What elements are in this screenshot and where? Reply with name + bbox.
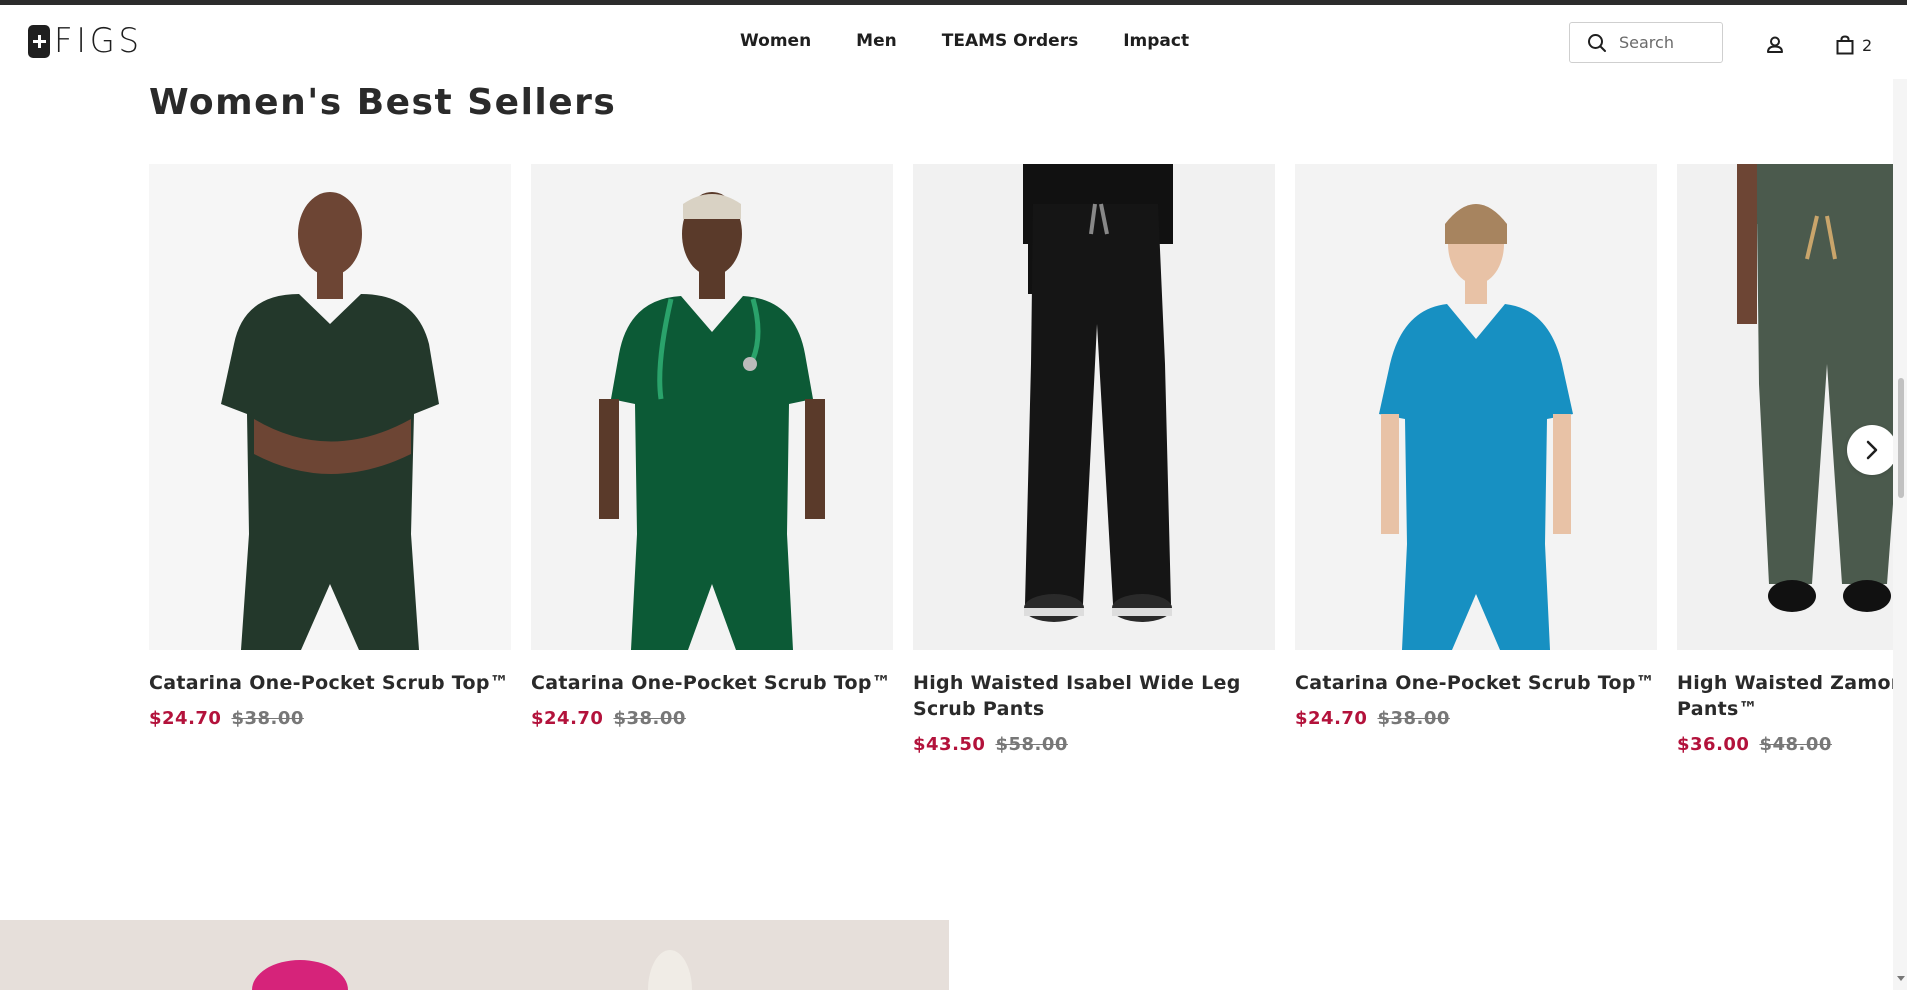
sale-price: $43.50 bbox=[913, 734, 986, 755]
sale-price: $24.70 bbox=[1295, 708, 1368, 729]
site-header: FIGS Women Men TEAMS Orders Impact 2 bbox=[0, 5, 1893, 79]
product-name[interactable]: Catarina One-Pocket Scrub Top™ bbox=[531, 670, 893, 696]
product-card[interactable]: Catarina One-Pocket Scrub Top™ $24.70 $3… bbox=[149, 164, 511, 729]
nav-women[interactable]: Women bbox=[740, 31, 811, 51]
account-icon[interactable] bbox=[1765, 35, 1785, 55]
sale-price: $24.70 bbox=[531, 708, 604, 729]
product-image[interactable] bbox=[1677, 164, 1893, 650]
product-image[interactable] bbox=[913, 164, 1275, 650]
cart-count: 2 bbox=[1862, 35, 1873, 55]
price-row: $24.70 $38.00 bbox=[531, 708, 893, 729]
jogger-pants-image bbox=[1677, 164, 1893, 650]
chevron-right-icon bbox=[1866, 440, 1878, 460]
search-input[interactable] bbox=[1617, 32, 1717, 53]
plus-logo-icon bbox=[28, 24, 50, 58]
product-name[interactable]: Catarina One-Pocket Scrub Top™ bbox=[149, 670, 511, 696]
sale-price: $36.00 bbox=[1677, 734, 1750, 755]
search-icon bbox=[1588, 33, 1606, 52]
product-image[interactable] bbox=[1295, 164, 1657, 650]
product-card[interactable]: High Waisted Isabel Wide Leg Scrub Pants… bbox=[913, 164, 1275, 755]
scrub-pants-image bbox=[913, 164, 1275, 650]
search-box[interactable] bbox=[1569, 22, 1723, 63]
sale-price: $24.70 bbox=[149, 708, 222, 729]
price-row: $43.50 $58.00 bbox=[913, 734, 1275, 755]
original-price: $48.00 bbox=[1759, 734, 1832, 755]
price-row: $24.70 $38.00 bbox=[149, 708, 511, 729]
product-carousel: Catarina One-Pocket Scrub Top™ $24.70 $3… bbox=[149, 164, 1893, 784]
product-name[interactable]: High Waisted Zamora Jo Pants™ bbox=[1677, 670, 1893, 722]
shopping-bag-icon bbox=[1836, 35, 1854, 55]
scrub-top-image bbox=[531, 164, 893, 650]
original-price: $38.00 bbox=[1377, 708, 1450, 729]
promo-banner[interactable] bbox=[0, 920, 949, 990]
original-price: $38.00 bbox=[231, 708, 304, 729]
logo-text: FIGS bbox=[54, 21, 143, 61]
product-image[interactable] bbox=[531, 164, 893, 650]
product-image[interactable] bbox=[149, 164, 511, 650]
scrub-top-image bbox=[1295, 164, 1657, 650]
nav-impact[interactable]: Impact bbox=[1123, 31, 1189, 51]
carousel-next-button[interactable] bbox=[1847, 425, 1893, 475]
main-nav: Women Men TEAMS Orders Impact bbox=[740, 31, 1189, 51]
nav-teams-orders[interactable]: TEAMS Orders bbox=[942, 31, 1078, 51]
product-name[interactable]: High Waisted Isabel Wide Leg Scrub Pants bbox=[913, 670, 1275, 722]
promo-banner-image bbox=[0, 920, 949, 990]
original-price: $58.00 bbox=[995, 734, 1068, 755]
price-row: $36.00 $48.00 bbox=[1677, 734, 1893, 755]
product-card[interactable]: Catarina One-Pocket Scrub Top™ $24.70 $3… bbox=[1295, 164, 1657, 729]
original-price: $38.00 bbox=[613, 708, 686, 729]
product-card[interactable]: Catarina One-Pocket Scrub Top™ $24.70 $3… bbox=[531, 164, 893, 729]
scroll-down-icon[interactable] bbox=[1897, 976, 1905, 981]
scrollbar[interactable] bbox=[1893, 79, 1907, 990]
product-name[interactable]: Catarina One-Pocket Scrub Top™ bbox=[1295, 670, 1657, 696]
cart-button[interactable]: 2 bbox=[1836, 35, 1872, 55]
price-row: $24.70 $38.00 bbox=[1295, 708, 1657, 729]
section-title: Women's Best Sellers bbox=[149, 82, 617, 123]
scrub-top-image bbox=[149, 164, 511, 650]
scrollbar-thumb[interactable] bbox=[1898, 378, 1904, 498]
figs-logo[interactable]: FIGS bbox=[28, 24, 148, 58]
nav-men[interactable]: Men bbox=[856, 31, 897, 51]
